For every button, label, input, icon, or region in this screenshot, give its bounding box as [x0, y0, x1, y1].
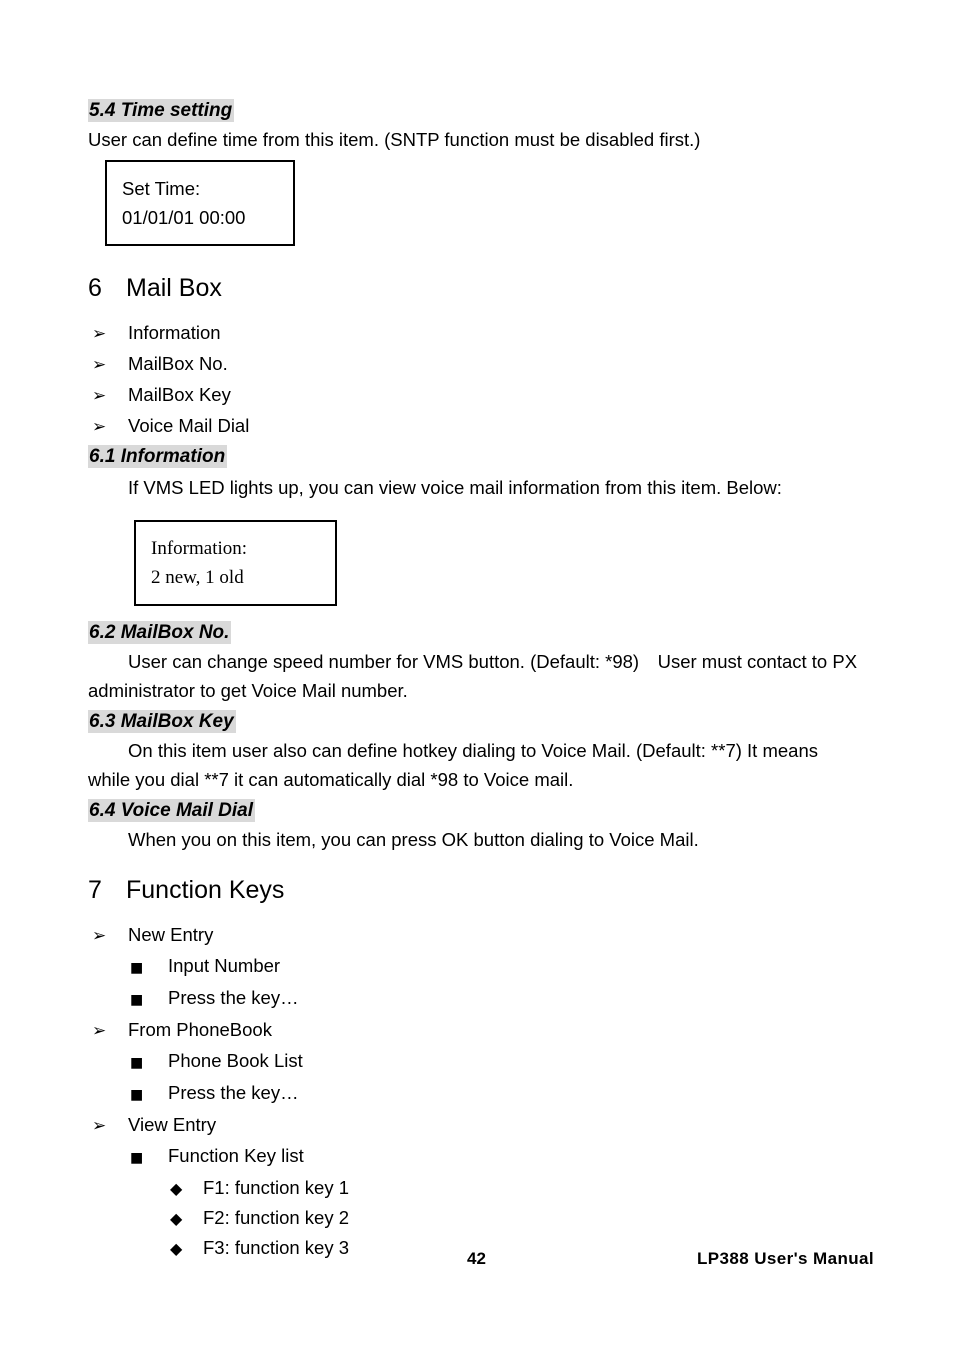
heading-mail-box-title: Mail Box	[126, 274, 222, 302]
heading-mail-box-number: 6	[88, 274, 102, 302]
heading-mailbox-no: 6.2 MailBox No.	[88, 620, 862, 645]
list-item: ■ Phone Book List	[88, 1046, 862, 1078]
list-item: ➢ From PhoneBook	[88, 1015, 862, 1046]
arrow-bullet-icon: ➢	[92, 1116, 107, 1136]
arrow-bullet-icon: ➢	[92, 386, 107, 406]
list-item-label: From PhoneBook	[128, 1019, 272, 1040]
footer-page-number: 42	[467, 1249, 486, 1268]
heading-voice-mail-dial: 6.4 Voice Mail Dial	[88, 798, 862, 823]
lcd-information-line2: 2 new, 1 old	[151, 567, 244, 588]
mail-box-feature-list: ➢ Information ➢ MailBox No. ➢ MailBox Key ➢…	[88, 318, 862, 442]
list-item-label: New Entry	[128, 924, 214, 945]
square-bullet-icon: ■	[130, 1087, 144, 1103]
paragraph-time-setting: User can define time from this item. (SN…	[88, 129, 701, 150]
lcd-set-time-line2: 01/01/01 00:00	[122, 207, 246, 228]
list-item-label: F2: function key 2	[203, 1207, 350, 1228]
list-item-label: Press the key…	[168, 1082, 299, 1103]
heading-time-setting: 5.4 Time setting	[88, 98, 862, 123]
arrow-bullet-icon: ➢	[92, 417, 107, 437]
list-item: ◆ F2: function key 2	[88, 1203, 862, 1233]
list-item-label: Input Number	[168, 955, 281, 976]
square-bullet-icon: ■	[130, 960, 144, 976]
lcd-box-set-time: Set Time: 01/01/01 00:00	[105, 160, 295, 246]
page-footer: 42 LP388 User's Manual	[88, 1248, 874, 1270]
list-item: ➢ Voice Mail Dial	[88, 411, 862, 442]
paragraph-mailbox-key: On this item user also can define hotkey…	[88, 740, 818, 790]
square-bullet-icon: ■	[130, 1150, 144, 1166]
list-item-label: MailBox No.	[128, 353, 228, 374]
arrow-bullet-icon: ➢	[92, 324, 107, 344]
paragraph-information: If VMS LED lights up, you can view voice…	[128, 477, 782, 498]
diamond-bullet-icon: ◆	[170, 1209, 183, 1228]
manual-page: 5.4 Time setting User can define time fr…	[0, 0, 954, 1350]
list-item: ■ Input Number	[88, 951, 862, 983]
heading-mailbox-no-label: 6.2 MailBox No.	[88, 621, 232, 644]
list-item-label: Phone Book List	[168, 1050, 303, 1071]
heading-time-setting-label: 5.4 Time setting	[88, 99, 235, 122]
arrow-bullet-icon: ➢	[92, 926, 107, 946]
heading-function-keys-number: 7	[88, 876, 102, 904]
list-item-label: Press the key…	[168, 987, 299, 1008]
list-item-label: F1: function key 1	[203, 1177, 350, 1198]
lcd-set-time-line1: Set Time:	[122, 178, 201, 199]
list-item: ➢ Information	[88, 318, 862, 349]
footer-manual-title: LP388 User's Manual	[697, 1249, 874, 1268]
paragraph-mailbox-no: User can change speed number for VMS but…	[88, 651, 858, 701]
heading-information-label: 6.1 Information	[88, 445, 228, 468]
heading-function-keys: 7 Function Keys	[88, 874, 862, 906]
paragraph-voice-mail-dial: When you on this item, you can press OK …	[128, 829, 699, 850]
heading-function-keys-title: Function Keys	[126, 876, 285, 904]
heading-mail-box: 6 Mail Box	[88, 272, 862, 304]
list-item-label: View Entry	[128, 1114, 217, 1135]
list-item: ◆ F1: function key 1	[88, 1173, 862, 1203]
list-item-label: Voice Mail Dial	[128, 415, 250, 436]
heading-mailbox-key-label: 6.3 MailBox Key	[88, 710, 236, 733]
list-item: ➢ MailBox Key	[88, 380, 862, 411]
list-item: ■ Press the key…	[88, 1078, 862, 1110]
list-item: ➢ View Entry	[88, 1110, 862, 1141]
arrow-bullet-icon: ➢	[92, 355, 107, 375]
diamond-bullet-icon: ◆	[170, 1179, 183, 1198]
heading-voice-mail-dial-label: 6.4 Voice Mail Dial	[88, 799, 256, 822]
list-item-label: Function Key list	[168, 1145, 304, 1166]
square-bullet-icon: ■	[130, 992, 144, 1008]
function-keys-list: ➢ New Entry ■ Input Number ■ Press the key……	[88, 920, 862, 1263]
lcd-box-information: Information: 2 new, 1 old	[134, 520, 337, 606]
list-item: ➢ MailBox No.	[88, 349, 862, 380]
heading-mailbox-key: 6.3 MailBox Key	[88, 709, 862, 734]
arrow-bullet-icon: ➢	[92, 1021, 107, 1041]
heading-information: 6.1 Information	[88, 444, 862, 469]
square-bullet-icon: ■	[130, 1055, 144, 1071]
list-item: ➢ New Entry	[88, 920, 862, 951]
lcd-information-line1: Information:	[151, 538, 248, 559]
list-item-label: MailBox Key	[128, 384, 231, 405]
list-item: ■ Press the key…	[88, 983, 862, 1015]
list-item-label: Information	[128, 322, 221, 343]
list-item: ■ Function Key list	[88, 1141, 862, 1173]
page-content: 5.4 Time setting User can define time fr…	[88, 98, 862, 1263]
